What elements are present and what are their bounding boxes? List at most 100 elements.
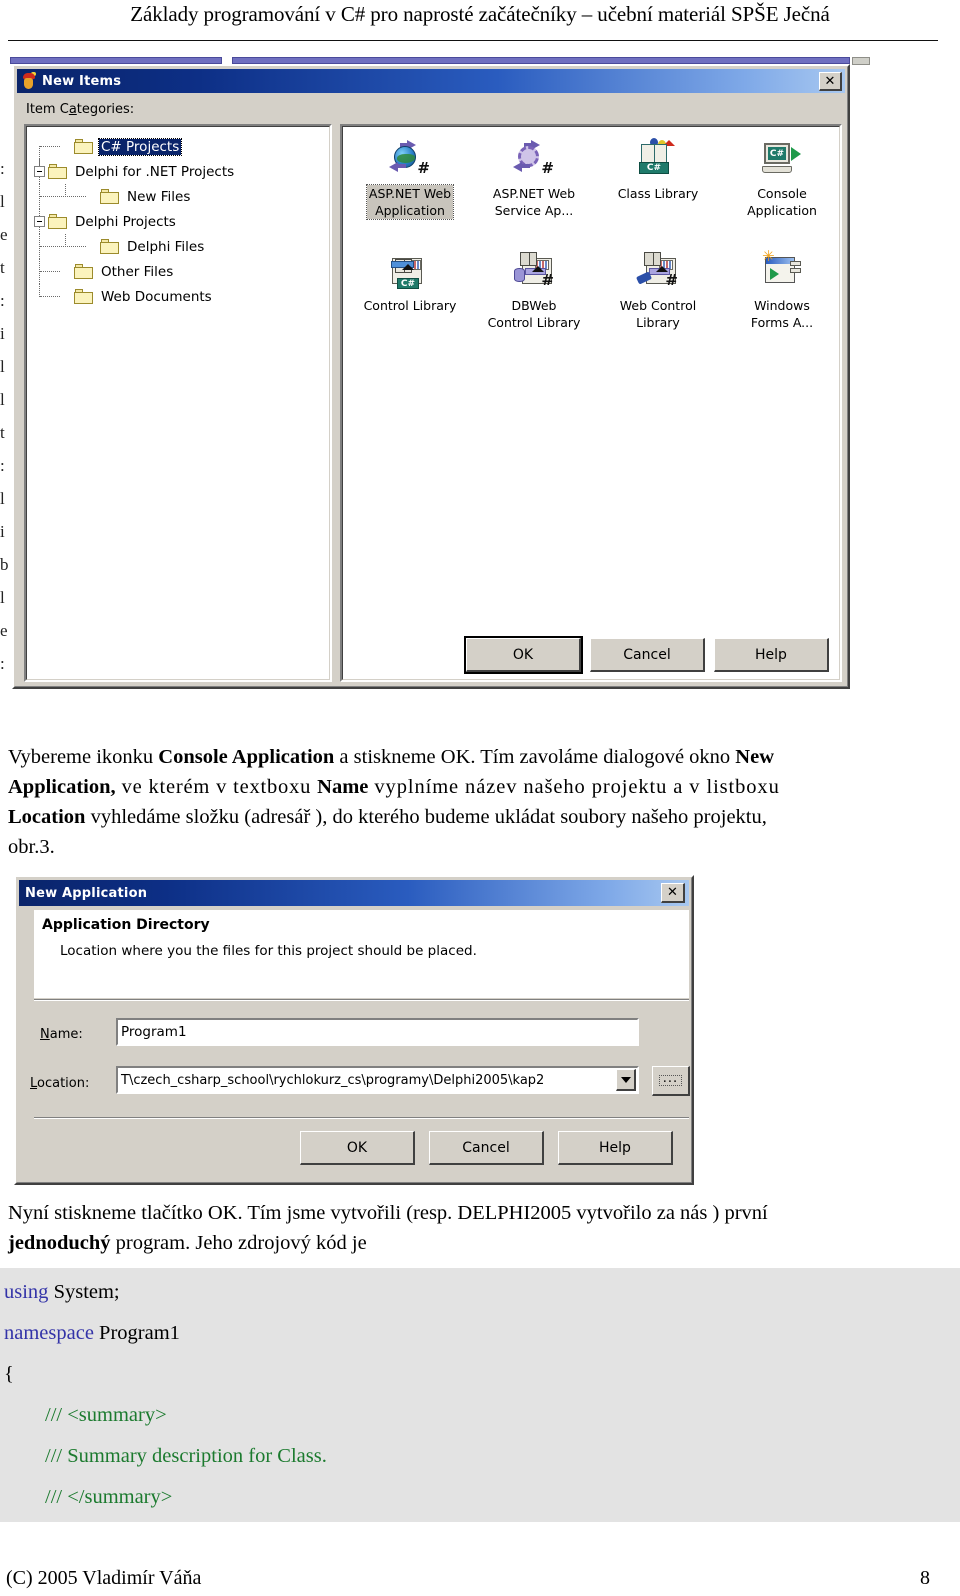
margin-text-fragment: : (0, 160, 5, 177)
margin-text-fragment: e (0, 226, 8, 243)
p1-bold-location: Location (8, 806, 86, 828)
item-template-cell[interactable]: # DBWeb Control Library (472, 246, 596, 358)
tree-collapse-icon[interactable] (34, 216, 45, 227)
item-template-caption: ASP.NET Web Service Ap... (492, 186, 576, 218)
item-template-cell[interactable]: # ASP.NET Web Service Ap... (472, 134, 596, 246)
new-application-help-button[interactable]: Help (558, 1131, 673, 1165)
item-template-cell[interactable]: C# Control Library (348, 246, 472, 358)
margin-text-fragment: i (0, 325, 5, 342)
item-templates-panel[interactable]: # ASP.NET Web Application # ASP.NET Web Ser… (340, 124, 842, 682)
folder-icon (100, 238, 120, 255)
horizontal-scroll-strip-left[interactable] (10, 57, 222, 64)
tree-item[interactable]: New Files (34, 184, 326, 209)
location-combobox-input[interactable]: T\czech_csharp_school\rychlokurz_cs\prog… (116, 1066, 639, 1094)
new-application-title: New Application (25, 885, 148, 901)
item-template-cell[interactable]: ✳ Windows Forms A... (720, 246, 844, 358)
margin-text-fragment: t (0, 424, 5, 441)
p1-bold-application: Application, (8, 776, 116, 798)
code-comment: /// </summary> (4, 1486, 173, 1508)
p1-bold-new: New (735, 746, 775, 768)
new-items-ok-button[interactable]: OK (464, 636, 583, 674)
code-line: { (0, 1354, 960, 1395)
browse-folder-button[interactable]: ... (652, 1066, 690, 1096)
new-items-titlebar[interactable]: New Items ✕ (17, 69, 845, 93)
item-categories-tree[interactable]: C# Projects Delphi for .NET Projects New F… (34, 134, 326, 309)
windows-forms-application-icon: ✳ (760, 249, 804, 294)
code-keyword: using (4, 1281, 49, 1303)
header-divider (8, 40, 938, 41)
close-icon[interactable]: ✕ (819, 72, 842, 91)
horizontal-scroll-strip-right[interactable] (232, 57, 850, 64)
code-text: Program1 (93, 1322, 180, 1344)
name-label: Name: (40, 1027, 83, 1042)
tree-item[interactable]: Web Documents (34, 284, 326, 309)
item-template-caption: Class Library (617, 186, 699, 201)
margin-text-fragment: : (0, 655, 5, 672)
console-application-icon: C# (760, 138, 804, 182)
item-template-cell[interactable]: # Web Control Library (596, 246, 720, 358)
new-items-cancel-button[interactable]: Cancel (590, 638, 705, 672)
new-application-dialog: New Application ✕ Application Directory … (14, 875, 694, 1185)
item-template-cell[interactable]: C# Console Application (720, 134, 844, 246)
new-application-titlebar[interactable]: New Application ✕ (19, 880, 689, 906)
tree-item[interactable]: Delphi Projects (34, 209, 326, 234)
close-icon[interactable]: ✕ (661, 883, 685, 903)
p1-seg-e: ve kterém v textboxu (115, 776, 318, 798)
margin-text-fragment: b (0, 556, 9, 573)
wizard-heading: Application Directory (42, 917, 210, 933)
p1-seg-f: vyplníme název našeho projektu a v listb… (368, 776, 780, 798)
tree-item-label: C# Projects (97, 137, 183, 156)
chevron-down-icon[interactable] (616, 1069, 636, 1091)
margin-text-fragment: e (0, 622, 8, 639)
tree-item[interactable]: C# Projects (34, 134, 326, 171)
folder-icon (100, 188, 120, 205)
p1-figure-ref: obr.3. (8, 836, 55, 858)
page-title: Základy programování v C# pro naprosté z… (130, 2, 830, 26)
p1-bold-name: Name (317, 776, 369, 798)
margin-text-fragment: l (0, 490, 5, 507)
p2-line-2-rest: program. Jeho zdrojový kód je (110, 1232, 367, 1254)
item-categories-tree-panel[interactable]: C# Projects Delphi for .NET Projects New F… (24, 124, 332, 682)
item-template-caption: Web Control Library (619, 298, 697, 330)
new-items-help-button[interactable]: Help (714, 638, 829, 672)
tree-item[interactable]: Delphi for .NET Projects (34, 159, 326, 184)
margin-text-fragment: : (0, 292, 5, 309)
tree-item[interactable]: Delphi Files (34, 234, 326, 259)
margin-text-fragment: l (0, 391, 5, 408)
folder-icon (48, 163, 68, 180)
new-application-ok-button[interactable]: OK (300, 1131, 415, 1165)
code-line: /// </summary> (0, 1477, 960, 1518)
footer-divider (34, 1117, 689, 1119)
new-items-title: New Items (42, 73, 122, 89)
code-line: /// Summary description for Class. (0, 1436, 960, 1477)
class-library-icon: C# (636, 138, 680, 182)
code-text: { (4, 1363, 14, 1385)
margin-text-fragment: i (0, 523, 5, 540)
folder-icon (74, 263, 94, 280)
item-template-cell[interactable]: # ASP.NET Web Application (348, 134, 472, 246)
tree-item-label: Other Files (101, 263, 174, 280)
margin-text-fragment: : (0, 457, 5, 474)
code-line: using System; (0, 1272, 960, 1313)
code-comment: /// Summary description for Class. (4, 1445, 327, 1467)
tree-collapse-icon[interactable] (34, 166, 45, 177)
browse-ellipsis-label: ... (658, 1072, 683, 1086)
footer-copyright: (C) 2005 Vladimír Váňa (6, 1567, 202, 1589)
item-templates-grid[interactable]: # ASP.NET Web Application # ASP.NET Web Ser… (348, 134, 844, 358)
p1-seg-c: a stiskneme OK. Tím zavoláme dialogové o… (334, 746, 736, 768)
p2-line-1: Nyní stiskneme tlačítko OK. Tím jsme vyt… (8, 1202, 768, 1224)
wizard-subtext: Location where you the files for this pr… (60, 943, 477, 959)
code-keyword: namespace (4, 1322, 94, 1344)
code-line: /// <summary> (0, 1395, 960, 1436)
item-template-caption: ASP.NET Web Application (365, 184, 455, 220)
item-template-cell[interactable]: C# Class Library (596, 134, 720, 246)
tree-item-label: Delphi Projects (75, 213, 176, 230)
p1-seg-a: Vybereme ikonku (8, 746, 159, 768)
margin-text-fragment: t (0, 259, 5, 276)
code-comment: /// <summary> (4, 1404, 167, 1426)
new-application-cancel-button[interactable]: Cancel (429, 1131, 544, 1165)
name-input[interactable]: Program1 (116, 1018, 639, 1046)
scroll-strip-end-nub[interactable] (852, 57, 870, 65)
p2-bold-jednoduchy: jednoduchý (8, 1232, 111, 1254)
tree-item[interactable]: Other Files (34, 259, 326, 284)
